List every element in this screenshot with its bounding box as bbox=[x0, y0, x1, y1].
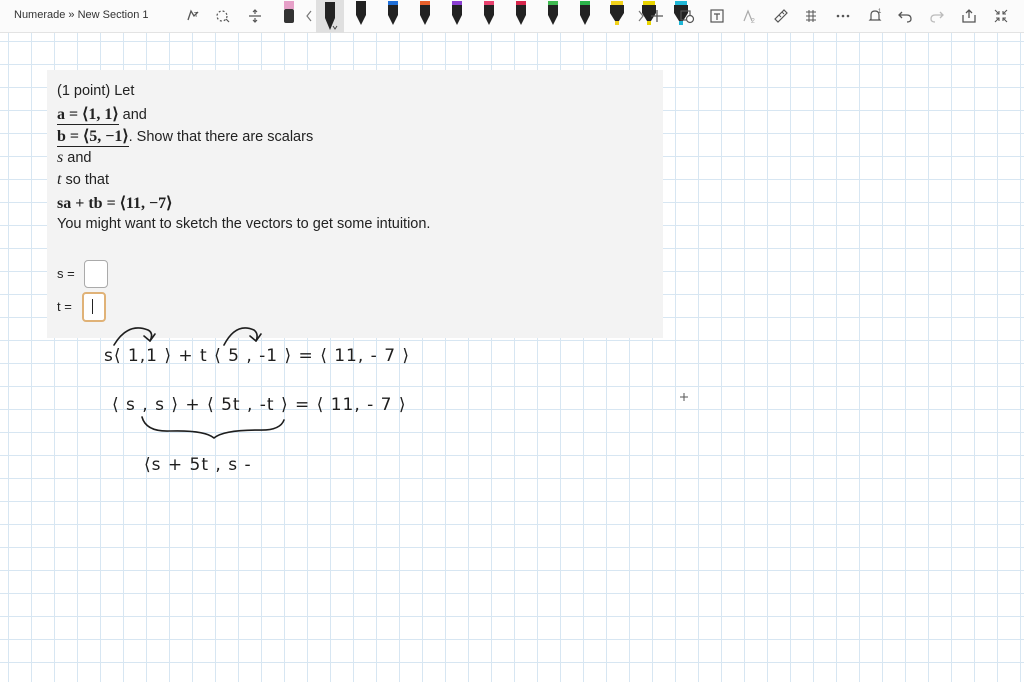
lasso-select-icon[interactable]: T bbox=[182, 5, 204, 27]
redo-icon[interactable] bbox=[926, 5, 948, 27]
so-that-text: so that bbox=[61, 172, 110, 188]
pen-color-swatch[interactable] bbox=[544, 0, 562, 30]
vector-a-line: a = ⟨1, 1⟩ and bbox=[57, 104, 147, 125]
pen-color-swatch[interactable] bbox=[384, 0, 402, 30]
text-caret bbox=[92, 299, 93, 314]
vector-b-line: b = ⟨5, −1⟩. Show that there are scalars bbox=[57, 126, 314, 147]
math-grid-icon[interactable] bbox=[800, 5, 822, 27]
and-text-2: and bbox=[63, 150, 92, 166]
selected-pen[interactable] bbox=[316, 0, 344, 33]
pen-color-swatch[interactable] bbox=[608, 0, 626, 30]
scalar-s-line: s and bbox=[57, 149, 91, 167]
svg-text:1: 1 bbox=[878, 9, 882, 15]
pen-color-swatch[interactable] bbox=[576, 0, 594, 30]
t-label: t = bbox=[57, 299, 72, 314]
scalar-t-line: t so that bbox=[57, 171, 109, 189]
add-pen-icon[interactable] bbox=[646, 5, 668, 27]
ink-to-text-icon[interactable] bbox=[706, 5, 728, 27]
insert-space-icon[interactable] bbox=[244, 5, 266, 27]
hint-text: You might want to sketch the vectors to … bbox=[57, 216, 431, 232]
share-icon[interactable] bbox=[958, 5, 980, 27]
toolbar: Numerade » New Section 1 T 2 1 bbox=[0, 0, 1024, 33]
undo-icon[interactable] bbox=[894, 5, 916, 27]
s-label: s = bbox=[57, 266, 75, 281]
vector-b-definition: b = ⟨5, −1⟩ bbox=[57, 128, 129, 147]
problem-intro: (1 point) Let bbox=[57, 83, 135, 99]
pen-color-swatch[interactable] bbox=[352, 0, 370, 30]
ink-to-math-icon[interactable]: 2 bbox=[738, 5, 760, 27]
pen-color-swatch[interactable] bbox=[448, 0, 466, 30]
t-answer-input[interactable] bbox=[82, 292, 106, 322]
s-answer-input[interactable] bbox=[84, 260, 108, 288]
svg-text:T: T bbox=[194, 12, 199, 19]
pen-color-swatch[interactable] bbox=[416, 0, 434, 30]
ink-to-shape-icon[interactable] bbox=[676, 5, 698, 27]
add-space-icon[interactable] bbox=[212, 5, 234, 27]
pen-color-swatch[interactable] bbox=[512, 0, 530, 30]
more-icon[interactable] bbox=[832, 5, 854, 27]
ruler-icon[interactable] bbox=[770, 5, 792, 27]
svg-text:2: 2 bbox=[751, 18, 755, 24]
bell-icon[interactable]: 1 bbox=[864, 5, 886, 27]
problem-card: (1 point) Let a = ⟨1, 1⟩ and b = ⟨5, −1⟩… bbox=[47, 70, 663, 338]
target-equation: sa + tb = ⟨11, −7⟩ bbox=[57, 195, 173, 212]
breadcrumb[interactable]: Numerade » New Section 1 bbox=[14, 9, 149, 21]
vector-a-definition: a = ⟨1, 1⟩ bbox=[57, 106, 119, 125]
fullscreen-icon[interactable] bbox=[990, 5, 1012, 27]
pen-color-swatch[interactable] bbox=[480, 0, 498, 30]
show-text: . Show that there are scalars bbox=[128, 129, 314, 145]
and-text: and bbox=[118, 107, 147, 123]
eraser-icon[interactable] bbox=[280, 0, 298, 30]
